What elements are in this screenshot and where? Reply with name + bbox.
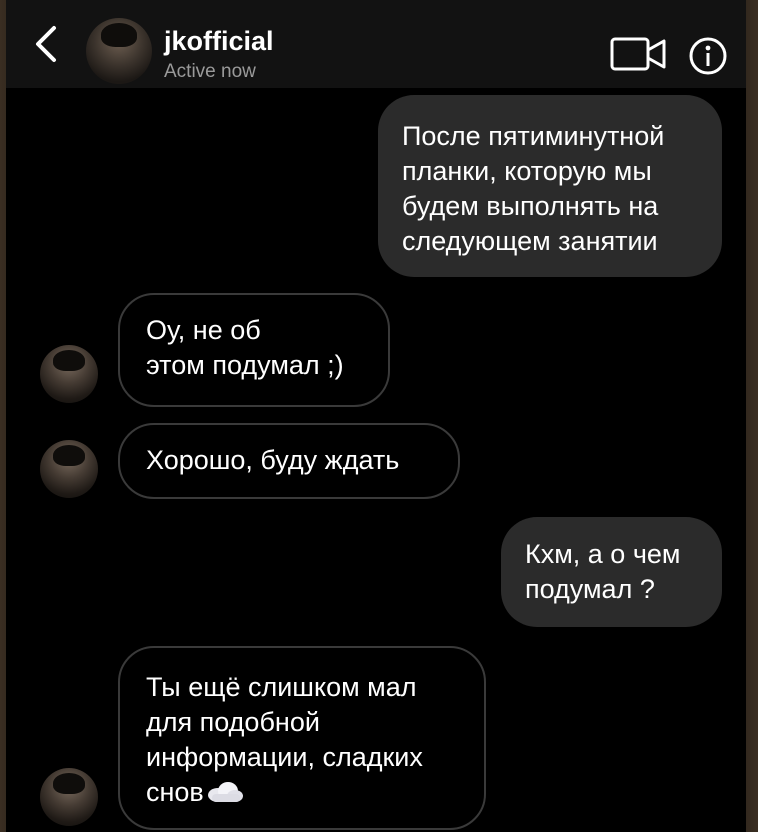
incoming-message-bubble[interactable]: Ты ещё слишком мал для подобной информац… — [118, 646, 486, 830]
message-line: Хорошо, буду ждать — [146, 445, 400, 475]
incoming-message-bubble[interactable]: Оу, не об этом подумал ;) — [118, 293, 390, 407]
incoming-message-bubble[interactable]: Хорошо, буду ждать — [118, 423, 460, 499]
cloud-icon — [207, 782, 243, 802]
message-text: снов — [146, 777, 204, 807]
message-line: информации, сладких — [146, 742, 423, 772]
chat-screen: jkofficial Active now После пятиминутной… — [6, 0, 746, 832]
sender-avatar[interactable] — [40, 768, 98, 826]
message-line: планки, которую мы — [402, 156, 652, 186]
chevron-left-icon[interactable] — [28, 24, 68, 64]
contact-avatar[interactable] — [86, 18, 152, 84]
message-line: подумал ? — [525, 574, 655, 604]
contact-status: Active now — [164, 61, 256, 82]
outgoing-message-bubble[interactable]: Кхм, а о чем подумал ? — [501, 517, 722, 627]
outgoing-message-bubble[interactable]: После пятиминутной планки, которую мы бу… — [378, 95, 722, 277]
message-line: этом подумал ;) — [146, 350, 344, 380]
message-line: Оу, не об — [146, 315, 261, 345]
message-line: будем выполнять на — [402, 191, 659, 221]
message-line: снов — [146, 775, 462, 810]
message-line: Ты ещё слишком мал — [146, 672, 417, 702]
message-line: следующем занятии — [402, 226, 658, 256]
message-line: Кхм, а о чем — [525, 539, 681, 569]
info-icon[interactable] — [688, 36, 728, 76]
video-camera-icon[interactable] — [610, 37, 666, 71]
sender-avatar[interactable] — [40, 345, 98, 403]
sender-avatar[interactable] — [40, 440, 98, 498]
chat-header: jkofficial Active now — [6, 0, 746, 88]
message-line: для подобной — [146, 707, 320, 737]
contact-name[interactable]: jkofficial — [164, 26, 274, 57]
message-line: После пятиминутной — [402, 121, 665, 151]
